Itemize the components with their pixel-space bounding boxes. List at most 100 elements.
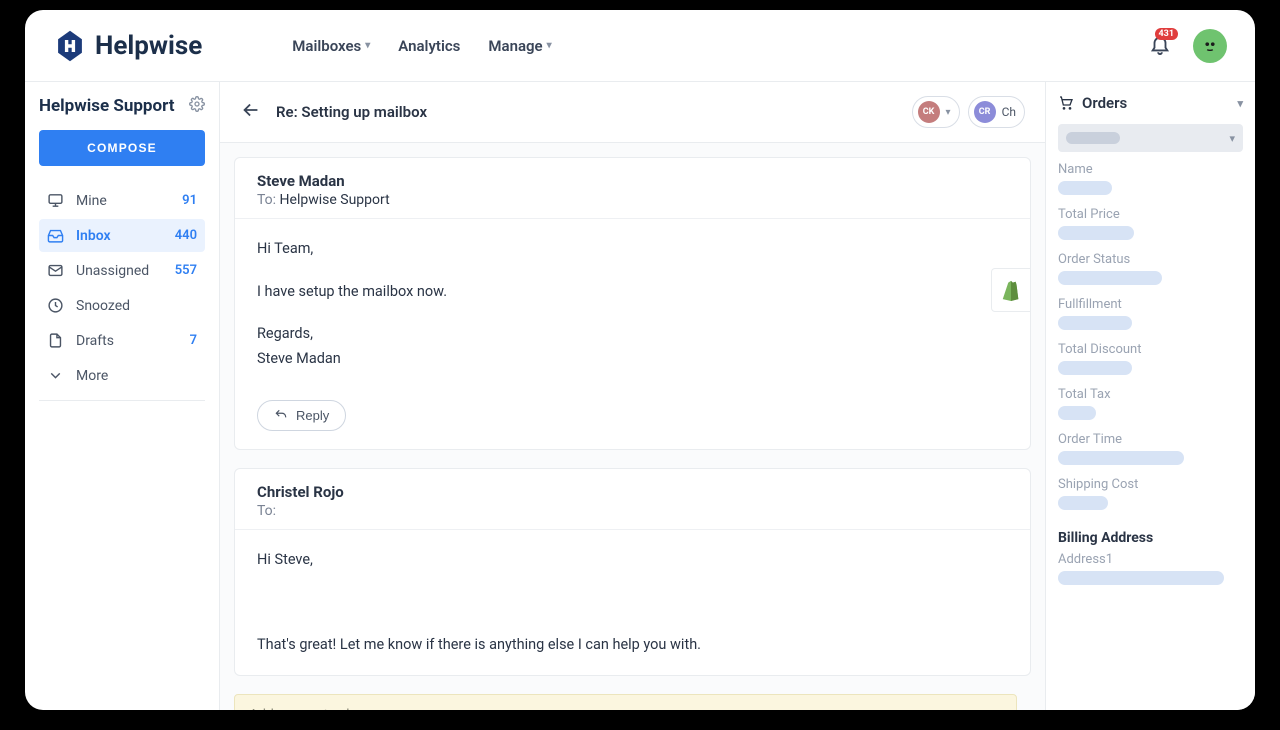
nav-mailboxes[interactable]: Mailboxes ▾ (292, 37, 370, 55)
user-avatar[interactable] (1193, 29, 1227, 63)
thread-view: Re: Setting up mailbox CK ▾ CR Ch (220, 82, 1045, 710)
cart-icon (1058, 95, 1074, 111)
field-label: Address1 (1058, 552, 1243, 567)
sidebar-item-mine[interactable]: Mine 91 (39, 184, 205, 217)
thread-subject: Re: Setting up mailbox (276, 103, 427, 121)
chevron-down-icon: ▾ (547, 40, 552, 51)
inbox-icon (47, 227, 64, 244)
reply-button[interactable]: Reply (257, 400, 346, 431)
sidebar-item-drafts[interactable]: Drafts 7 (39, 324, 205, 357)
nav-manage[interactable]: Manage ▾ (488, 37, 551, 55)
order-field: Total Price (1058, 207, 1243, 240)
order-field: Address1 (1058, 552, 1243, 585)
monitor-icon (47, 192, 64, 209)
assignee-pill[interactable]: CR Ch (968, 96, 1025, 128)
field-label: Shipping Cost (1058, 477, 1243, 492)
chevron-down-icon: ▾ (1229, 132, 1235, 145)
field-value-placeholder (1058, 316, 1132, 330)
envelope-icon (47, 262, 64, 279)
orders-header[interactable]: Orders ▾ (1058, 94, 1243, 124)
document-icon (47, 332, 64, 349)
field-value-placeholder (1058, 571, 1224, 585)
order-field: Shipping Cost (1058, 477, 1243, 510)
field-value-placeholder (1058, 451, 1184, 465)
sidebar-item-label: Unassigned (76, 263, 149, 279)
chevron-down-icon (47, 367, 64, 384)
assignee-row: CK ▾ CR Ch (912, 96, 1025, 128)
message-header: Steve Madan To: Helpwise Support (235, 158, 1030, 219)
reply-row: Reply (235, 390, 1030, 449)
orders-panel: Orders ▾ ▾ Name Total Price Order Status… (1045, 82, 1255, 710)
sidebar-item-count: 557 (175, 263, 197, 278)
sidebar-item-more[interactable]: More (39, 359, 205, 392)
sidebar-item-label: Inbox (76, 228, 111, 244)
sidebar-item-count: 91 (182, 193, 197, 208)
top-nav: Helpwise Mailboxes ▾ Analytics Manage ▾ … (25, 10, 1255, 82)
notes-placeholder: Add your notes here... (249, 707, 385, 710)
assignee-avatar: CR (974, 101, 996, 123)
helpwise-logo-icon (53, 29, 87, 63)
notifications-button[interactable]: 431 (1149, 33, 1171, 59)
assignee-name: Ch (1002, 105, 1016, 119)
reply-icon (274, 408, 288, 422)
message-to: To: Helpwise Support (257, 192, 1008, 208)
sidebar-nav: Mine 91 Inbox 440 Unassigned 557 Snoozed (39, 184, 205, 392)
field-value-placeholder (1058, 181, 1112, 195)
field-value-placeholder (1058, 361, 1132, 375)
message-body: Hi Team, I have setup the mailbox now. R… (235, 219, 1030, 390)
billing-section-title: Billing Address (1058, 530, 1243, 546)
sidebar: Helpwise Support COMPOSE Mine 91 Inbox 4… (25, 82, 220, 710)
field-value-placeholder (1058, 406, 1096, 420)
body-layout: Helpwise Support COMPOSE Mine 91 Inbox 4… (25, 82, 1255, 710)
sidebar-item-count: 440 (175, 228, 197, 243)
orders-title: Orders (1082, 94, 1127, 112)
sidebar-item-count: 7 (190, 333, 197, 348)
brand-logo[interactable]: Helpwise (53, 29, 202, 63)
sidebar-item-label: More (76, 368, 108, 384)
nav-links: Mailboxes ▾ Analytics Manage ▾ (292, 37, 551, 55)
settings-gear-icon[interactable] (189, 96, 205, 116)
sidebar-header: Helpwise Support (39, 96, 205, 116)
thread-header: Re: Setting up mailbox CK ▾ CR Ch (220, 82, 1045, 143)
message-from: Christel Rojo (257, 483, 1008, 501)
notes-input[interactable]: Add your notes here... (234, 694, 1017, 710)
shopify-icon (1000, 278, 1022, 302)
message-card: Christel Rojo To: Hi Steve, That's great… (234, 468, 1031, 677)
field-label: Fullfillment (1058, 297, 1243, 312)
back-button[interactable] (240, 99, 262, 125)
order-field: Order Time (1058, 432, 1243, 465)
order-selector[interactable]: ▾ (1058, 124, 1243, 152)
arrow-left-icon (240, 99, 262, 121)
shopify-integration-tab[interactable] (991, 268, 1031, 312)
sidebar-item-label: Snoozed (76, 298, 130, 314)
field-label: Order Status (1058, 252, 1243, 267)
field-label: Total Discount (1058, 342, 1243, 357)
order-field: Total Discount (1058, 342, 1243, 375)
brand-name: Helpwise (95, 31, 202, 61)
sidebar-item-inbox[interactable]: Inbox 440 (39, 219, 205, 252)
order-field: Total Tax (1058, 387, 1243, 420)
field-value-placeholder (1058, 271, 1162, 285)
order-field: Name (1058, 162, 1243, 195)
field-value-placeholder (1058, 496, 1108, 510)
sidebar-item-unassigned[interactable]: Unassigned 557 (39, 254, 205, 287)
field-label: Name (1058, 162, 1243, 177)
field-value-placeholder (1058, 226, 1134, 240)
nav-analytics[interactable]: Analytics (398, 37, 460, 55)
compose-button[interactable]: COMPOSE (39, 130, 205, 166)
message-header: Christel Rojo To: (235, 469, 1030, 530)
message-from: Steve Madan (257, 172, 1008, 190)
order-field: Order Status (1058, 252, 1243, 285)
message-to: To: (257, 503, 1008, 519)
sidebar-item-snoozed[interactable]: Snoozed (39, 289, 205, 322)
message-card: Steve Madan To: Helpwise Support Hi Team… (234, 157, 1031, 450)
order-field: Fullfillment (1058, 297, 1243, 330)
chevron-down-icon: ▾ (365, 40, 370, 51)
assignee-pill[interactable]: CK ▾ (912, 96, 960, 128)
mailbox-title: Helpwise Support (39, 96, 174, 116)
app-window: Helpwise Mailboxes ▾ Analytics Manage ▾ … (25, 10, 1255, 710)
sidebar-item-label: Drafts (76, 333, 114, 349)
sidebar-divider (39, 400, 205, 401)
chevron-down-icon: ▾ (1237, 97, 1243, 110)
thread-scroll[interactable]: Steve Madan To: Helpwise Support Hi Team… (220, 143, 1045, 710)
